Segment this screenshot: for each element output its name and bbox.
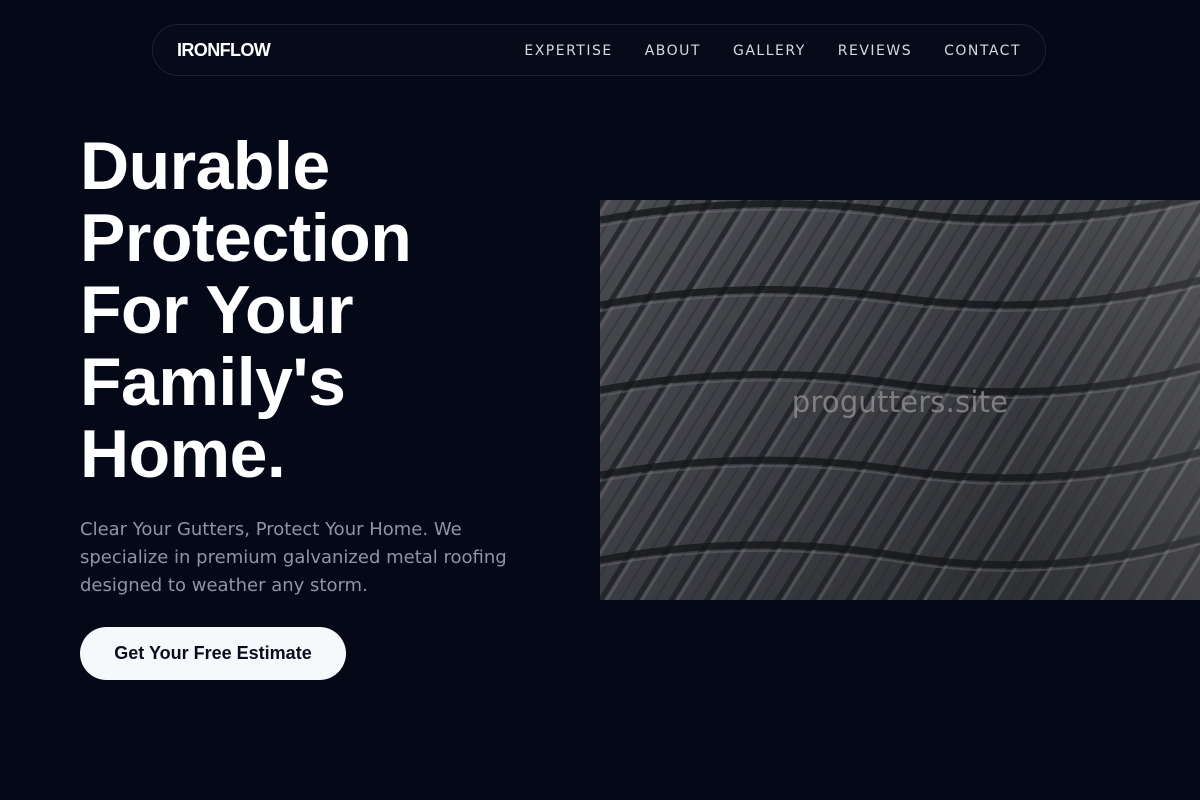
hero-title-line: Family's bbox=[80, 344, 346, 420]
brand-logo[interactable]: IRONFLOW bbox=[177, 40, 271, 61]
hero-title-line: Durable bbox=[80, 128, 330, 204]
top-navigation: IRONFLOW EXPERTISE ABOUT GALLERY REVIEWS… bbox=[152, 24, 1046, 76]
nav-link-gallery[interactable]: GALLERY bbox=[733, 43, 806, 59]
hero-title-line: For Your bbox=[80, 272, 354, 348]
nav-link-expertise[interactable]: EXPERTISE bbox=[524, 43, 612, 59]
hero-subtitle: Clear Your Gutters, Protect Your Home. W… bbox=[80, 519, 507, 596]
nav-links: EXPERTISE ABOUT GALLERY REVIEWS CONTACT bbox=[524, 25, 1021, 77]
nav-link-reviews[interactable]: REVIEWS bbox=[838, 43, 912, 59]
nav-link-contact[interactable]: CONTACT bbox=[944, 43, 1021, 59]
landing-page: IRONFLOW EXPERTISE ABOUT GALLERY REVIEWS… bbox=[0, 0, 1200, 800]
roof-photo: progutters.site bbox=[600, 200, 1200, 600]
image-watermark: progutters.site bbox=[791, 385, 1009, 419]
nav-link-about[interactable]: ABOUT bbox=[645, 43, 701, 59]
hero-title: Durable Protection For Your Family's Hom… bbox=[80, 130, 540, 490]
hero-title-line: Home. bbox=[80, 416, 286, 492]
free-estimate-button[interactable]: Get Your Free Estimate bbox=[80, 627, 346, 680]
hero-title-line: Protection bbox=[80, 200, 412, 276]
